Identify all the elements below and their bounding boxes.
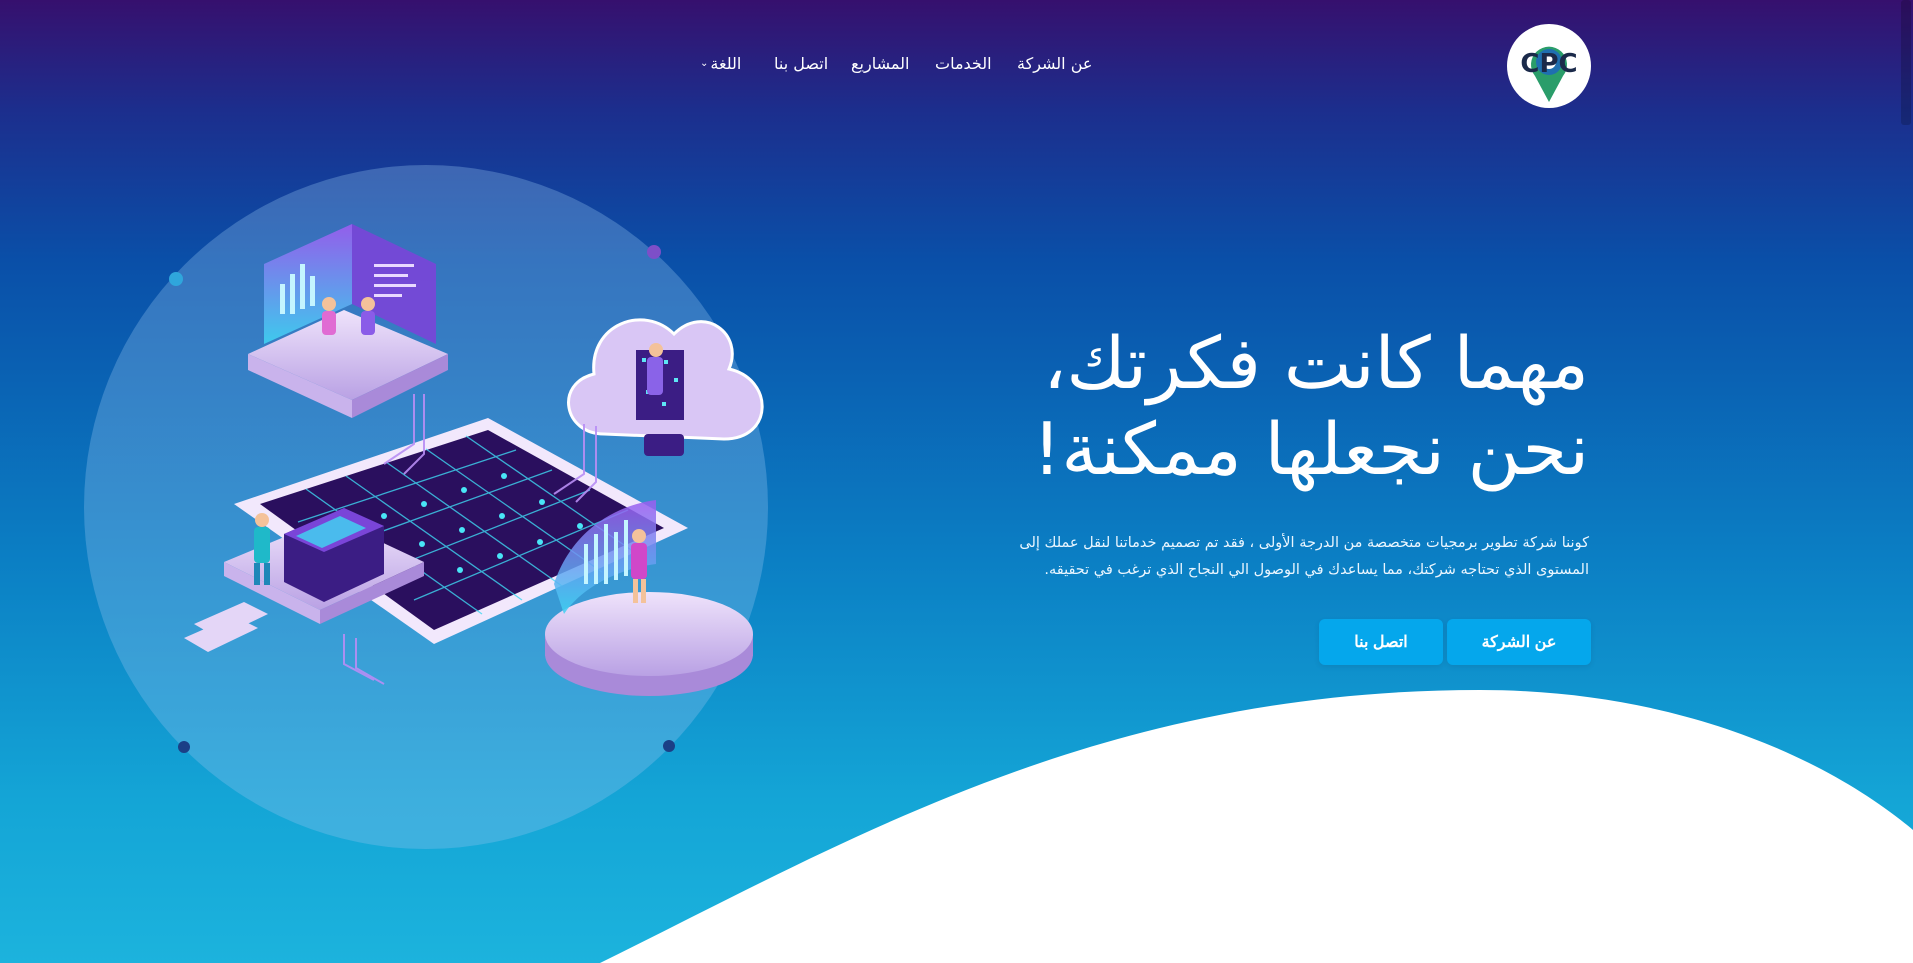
- top-navbar: CPC عن الشركة الخدمات المشاريع اتصل بنا …: [0, 0, 1913, 130]
- nav-item-about[interactable]: عن الشركة: [1017, 54, 1092, 73]
- decor-dot: [647, 245, 661, 259]
- nav-item-projects[interactable]: المشاريع: [851, 54, 909, 73]
- main-menu: عن الشركة الخدمات المشاريع اتصل بنا ⌄ ال…: [0, 54, 1913, 78]
- scrollbar-thumb[interactable]: [1901, 0, 1911, 125]
- nav-item-contact[interactable]: اتصل بنا: [774, 54, 828, 73]
- hero-illustration: [84, 165, 768, 849]
- language-dropdown[interactable]: ⌄ اللغة: [700, 54, 741, 73]
- hero-description: كوننا شركة تطوير برمجيات متخصصة من الدرج…: [1019, 535, 1589, 578]
- hero-headline: مهما كانت فكرتك، نحن نجعلها ممكنة!: [1033, 320, 1589, 492]
- language-label: اللغة: [710, 54, 742, 73]
- nav-item-services[interactable]: الخدمات: [935, 54, 992, 73]
- about-company-button[interactable]: عن الشركة: [1447, 619, 1591, 665]
- decor-dot: [663, 740, 675, 752]
- headline-line-2: نحن نجعلها ممكنة!: [1032, 407, 1589, 491]
- decor-dot: [178, 741, 190, 753]
- chevron-down-icon: ⌄: [700, 58, 709, 69]
- contact-us-button[interactable]: اتصل بنا: [1319, 619, 1443, 665]
- hero-section: CPC عن الشركة الخدمات المشاريع اتصل بنا …: [0, 0, 1913, 963]
- headline-line-1: مهما كانت فكرتك،: [1043, 321, 1589, 405]
- decor-dot: [169, 272, 183, 286]
